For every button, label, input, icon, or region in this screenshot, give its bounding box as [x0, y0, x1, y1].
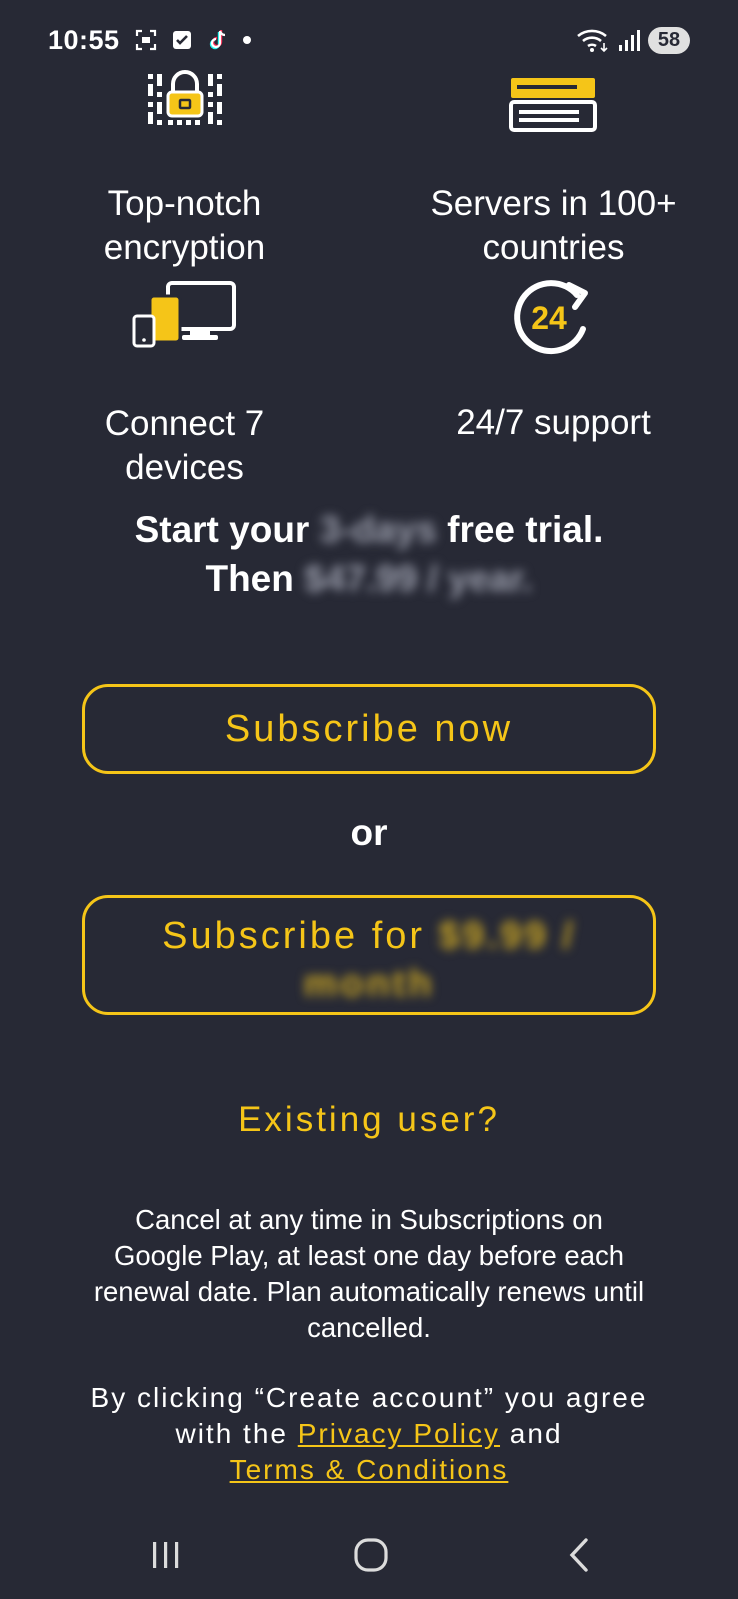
feature-label: Top-notch: [107, 184, 262, 223]
trial-price: $47.99 / year.: [304, 558, 533, 599]
monthly-period: month: [303, 963, 435, 1005]
server-icon: [508, 78, 597, 132]
feature-label: 24/7 support: [456, 403, 651, 442]
support-24-icon: 24: [513, 280, 588, 355]
devices-icon: [132, 281, 236, 348]
trial-info: Start your 3-days free trial. Then $47.9…: [0, 505, 738, 603]
status-right: 58: [576, 26, 690, 54]
monthly-price: $9.99 /: [438, 915, 576, 957]
padlock-icon: [147, 70, 222, 125]
trial-duration: 3-days: [319, 509, 437, 550]
battery-indicator: 58: [648, 26, 690, 54]
trial-suffix: free trial.: [447, 509, 604, 550]
legal-and: and: [509, 1418, 563, 1449]
subscribe-now-button[interactable]: Subscribe now: [82, 684, 656, 774]
recent-apps-icon[interactable]: [136, 1530, 196, 1580]
status-time: 10:55: [48, 24, 120, 55]
cancel-note: Cancel at any time in Subscriptions on G…: [93, 1204, 645, 1343]
trial-then: Then: [205, 558, 294, 599]
wifi-icon: [577, 29, 608, 53]
navigation-bar: [0, 1508, 738, 1599]
notification-icons: [134, 28, 252, 52]
feature-support: 24 24/7 support: [369, 275, 738, 445]
status-bar: 10:55 58: [0, 0, 738, 80]
trial-prefix: Start your: [134, 509, 310, 550]
legal-text: By clicking “Create account” you agree w…: [70, 1380, 668, 1488]
dot-icon: [242, 36, 251, 44]
feature-devices: Connect 7 devices: [0, 278, 369, 490]
feature-servers: Servers in 100+ countries: [369, 70, 738, 270]
svg-text:24: 24: [531, 300, 567, 336]
subscribe-monthly-button[interactable]: Subscribe for $9.99 / month: [82, 895, 656, 1015]
checkbox-icon: [172, 31, 191, 49]
feature-label: countries: [482, 228, 625, 267]
back-icon[interactable]: [550, 1530, 610, 1580]
subscription-screen: 10:55 58 Top-notch encryption Servers in…: [0, 0, 738, 1599]
feature-label: encryption: [103, 228, 266, 267]
existing-user-link[interactable]: Existing user?: [0, 1100, 738, 1140]
privacy-policy-link[interactable]: Privacy Policy: [298, 1418, 500, 1449]
tiktok-icon: [209, 30, 225, 50]
terms-conditions-link[interactable]: Terms & Conditions: [230, 1454, 509, 1485]
home-icon[interactable]: [341, 1530, 401, 1580]
subscribe-for-label: Subscribe for: [162, 915, 426, 957]
or-separator: or: [350, 812, 388, 853]
screenshot-icon: [135, 29, 156, 51]
feature-label: Servers in 100+: [430, 184, 677, 223]
signal-icon: [619, 30, 640, 51]
subscribe-now-label: Subscribe now: [224, 708, 514, 750]
feature-encryption: Top-notch encryption: [0, 70, 369, 270]
feature-label: devices: [125, 448, 244, 487]
feature-label: Connect 7: [104, 404, 265, 443]
